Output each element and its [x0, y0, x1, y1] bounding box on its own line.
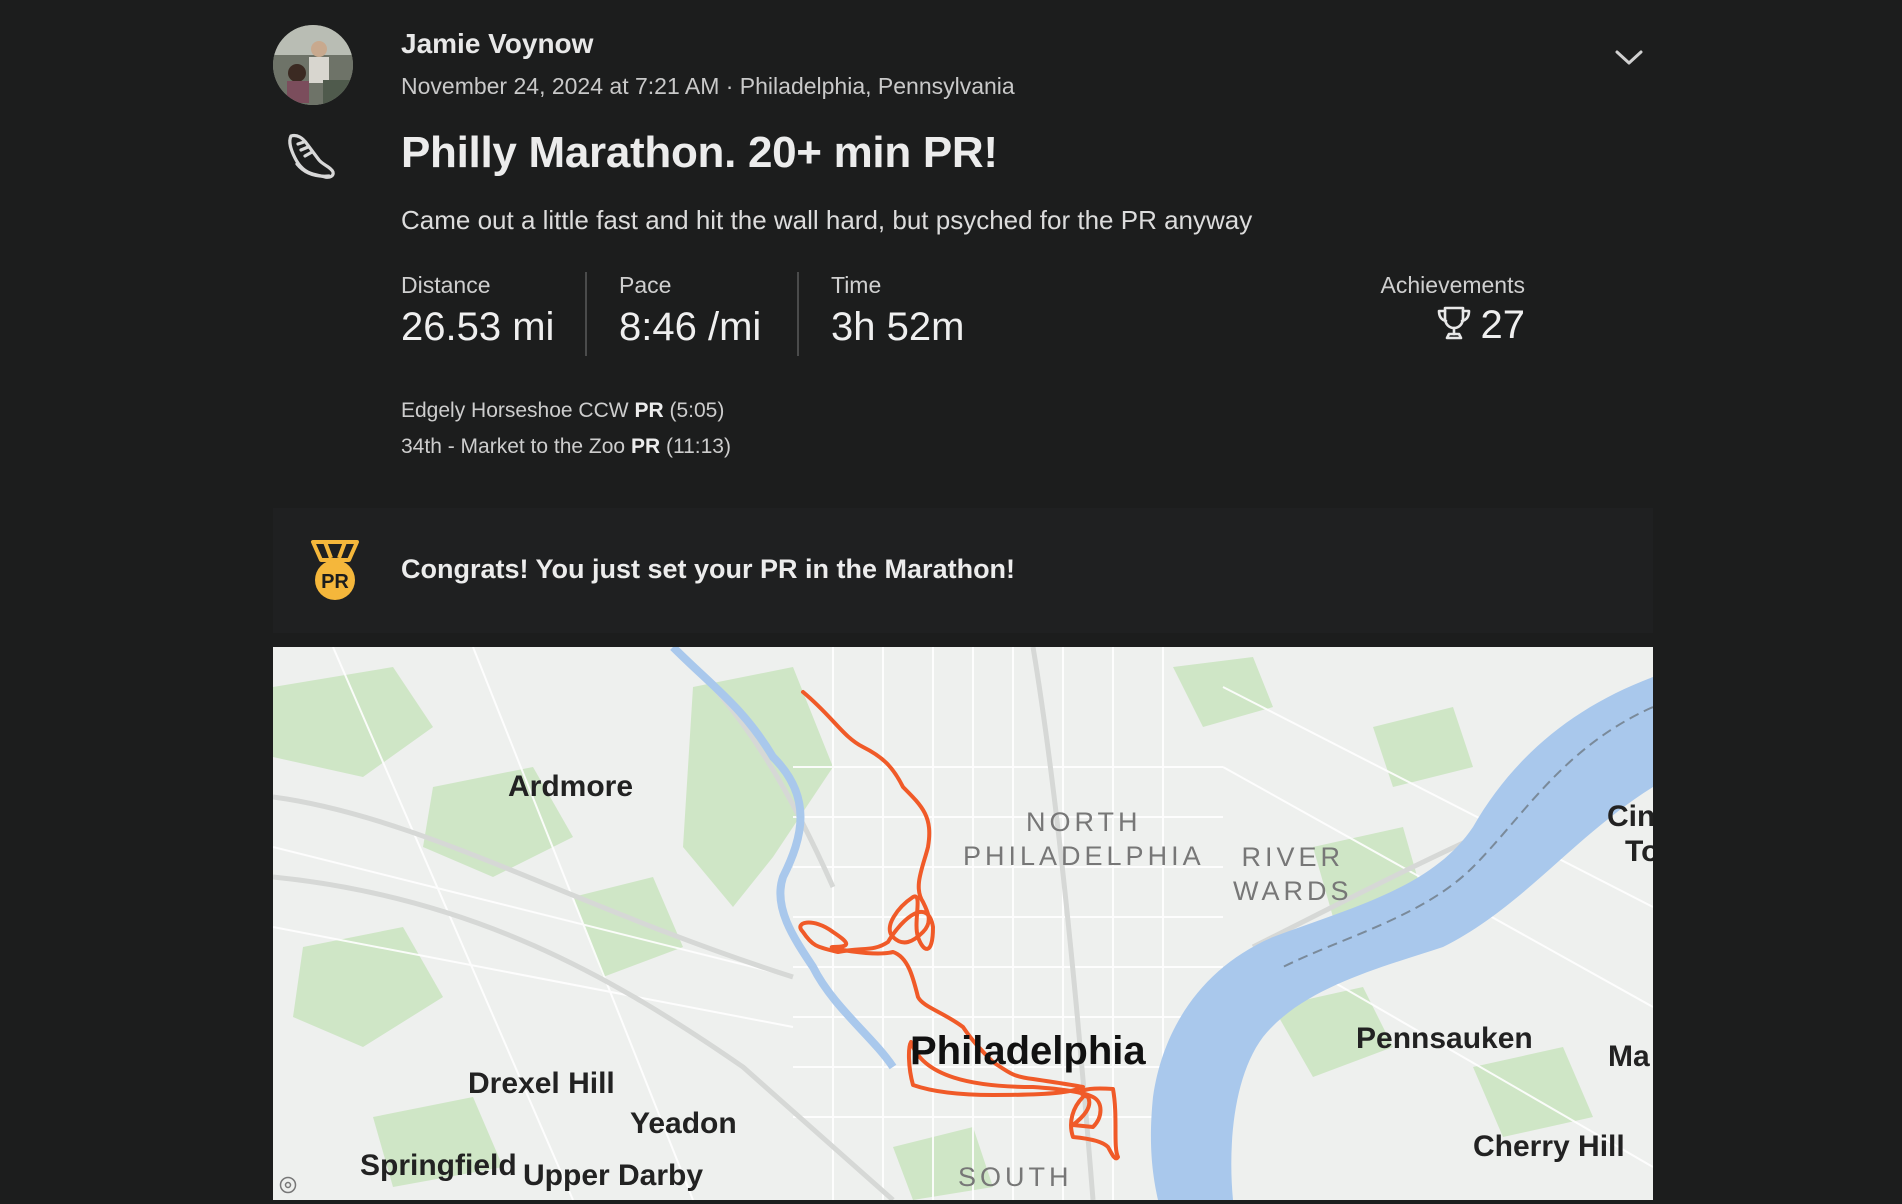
running-shoe-icon	[285, 130, 339, 182]
map-attribution-icon[interactable]	[279, 1176, 297, 1194]
options-chevron-down-icon[interactable]	[1612, 44, 1646, 70]
segment-pr-badge: PR	[634, 399, 664, 422]
map-label-south: SOUTH	[958, 1162, 1073, 1192]
athlete-avatar[interactable]	[273, 25, 353, 105]
stat-value: 26.53 mi	[401, 305, 555, 349]
route-map[interactable]: Ardmore NORTH PHILADELPHIA RIVER WARDS C…	[273, 647, 1653, 1200]
map-label-ma: Ma	[1608, 1040, 1650, 1073]
pr-banner: PR Congrats! You just set your PR in the…	[273, 508, 1653, 633]
map-label-river-wards: RIVER WARDS	[1233, 840, 1353, 908]
pr-banner-text: Congrats! You just set your PR in the Ma…	[401, 554, 1016, 584]
pr-medal-label: PR	[321, 571, 349, 593]
segment-time: (5:05)	[669, 399, 725, 422]
stat-label: Pace	[619, 272, 672, 298]
segment-list: Edgely Horseshoe CCW PR (5:05) 34th - Ma…	[401, 393, 731, 465]
stat-label: Time	[831, 272, 882, 298]
achievements[interactable]: Achievements 27	[1381, 272, 1525, 348]
activity-title[interactable]: Philly Marathon. 20+ min PR!	[401, 128, 998, 178]
stat-divider	[585, 272, 587, 356]
segment-name: Edgely Horseshoe CCW	[401, 399, 629, 422]
stat-distance: Distance 26.53 mi	[401, 272, 554, 350]
activity-date-location: November 24, 2024 at 7:21 AM · Philadelp…	[401, 73, 1015, 99]
pr-medal-icon: PR	[307, 538, 363, 604]
map-label-cherry-hill: Cherry Hill	[1473, 1130, 1625, 1163]
trophy-icon	[1435, 304, 1473, 347]
map-label-cin: Cin	[1607, 800, 1653, 833]
stat-value: 8:46 /mi	[619, 305, 762, 349]
map-label-to: To	[1625, 835, 1653, 868]
stat-pace: Pace 8:46 /mi	[619, 272, 761, 350]
map-label-ardmore: Ardmore	[508, 770, 634, 803]
map-label-line: NORTH	[1026, 807, 1142, 837]
stat-time: Time 3h 52m	[831, 272, 964, 350]
segment-time: (11:13)	[665, 435, 731, 458]
stat-divider	[797, 272, 799, 356]
achievements-label: Achievements	[1380, 272, 1525, 298]
segment-item[interactable]: 34th - Market to the Zoo PR (11:13)	[401, 429, 731, 465]
segment-name: 34th - Market to the Zoo	[401, 435, 626, 458]
map-label-line: WARDS	[1233, 876, 1353, 906]
map-label-north-philadelphia: NORTH PHILADELPHIA	[963, 805, 1205, 873]
segment-pr-badge: PR	[630, 435, 661, 458]
map-label-springfield: Springfield	[360, 1149, 517, 1182]
activity-description: Came out a little fast and hit the wall …	[401, 205, 1253, 235]
map-label-pennsauken: Pennsauken	[1356, 1022, 1533, 1055]
stat-label: Distance	[401, 272, 491, 298]
stat-value: 3h 52m	[831, 305, 965, 349]
athlete-name[interactable]: Jamie Voynow	[401, 28, 593, 60]
map-label-yeadon: Yeadon	[630, 1107, 737, 1140]
achievements-count: 27	[1480, 303, 1526, 347]
map-label-line: RIVER	[1241, 842, 1345, 872]
map-label-drexel-hill: Drexel Hill	[468, 1067, 615, 1100]
map-label-upper-darby: Upper Darby	[523, 1159, 704, 1192]
segment-item[interactable]: Edgely Horseshoe CCW PR (5:05)	[401, 393, 731, 429]
map-label-philadelphia: Philadelphia	[910, 1029, 1146, 1073]
map-label-line: PHILADELPHIA	[963, 841, 1205, 871]
